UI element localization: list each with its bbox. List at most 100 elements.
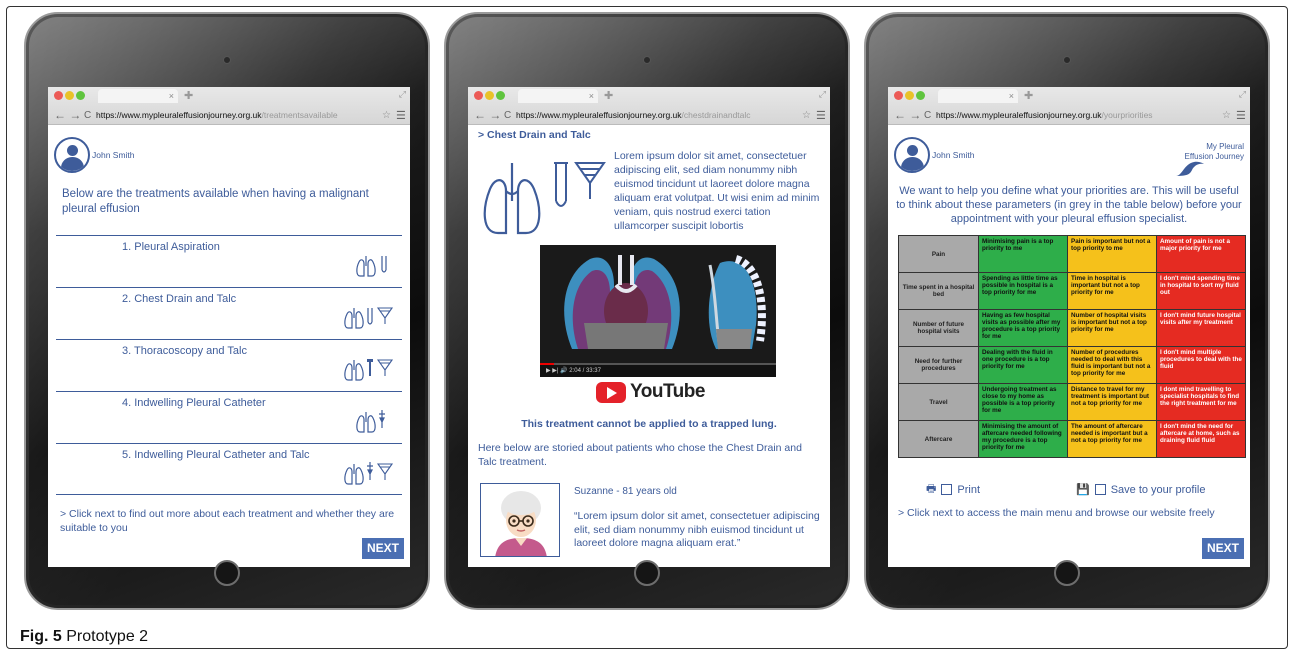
treatment-item[interactable]: 4. Indwelling Pleural Catheter — [56, 391, 402, 443]
browser-tab[interactable]: × — [938, 89, 1018, 103]
top-priority-cell[interactable]: Minimising pain is a top priority to me — [978, 235, 1068, 273]
fullscreen-icon[interactable]: ⤢ — [399, 89, 406, 100]
maximize-window-icon[interactable] — [76, 91, 85, 100]
url-base: https://www.mypleuraleffusionjourney.org… — [96, 110, 262, 120]
save-checkbox[interactable] — [1094, 484, 1106, 495]
brand-logo: My Pleural Effusion Journey — [1184, 142, 1244, 161]
home-button[interactable] — [1054, 560, 1080, 586]
url-base: https://www.mypleuraleffusionjourney.org… — [516, 110, 682, 120]
maximize-window-icon[interactable] — [916, 91, 925, 100]
low-priority-cell[interactable]: I don't mind the need for aftercare at h… — [1156, 420, 1246, 458]
low-priority-cell[interactable]: I don't mind spending time in hospital t… — [1156, 272, 1246, 310]
close-window-icon[interactable] — [54, 91, 63, 100]
fullscreen-icon[interactable]: ⤢ — [1239, 89, 1246, 100]
next-instructions: > Click next to find out more about each… — [60, 508, 395, 534]
user-avatar-icon[interactable] — [894, 137, 930, 173]
medium-priority-cell[interactable]: The amount of aftercare needed is import… — [1067, 420, 1157, 458]
user-name: John Smith — [92, 150, 135, 160]
top-priority-cell[interactable]: Dealing with the fluid in one procedure … — [978, 346, 1068, 384]
window-controls[interactable] — [54, 91, 85, 100]
reload-icon[interactable]: C — [924, 110, 936, 121]
home-button[interactable] — [214, 560, 240, 586]
treatment-item[interactable]: 3. Thoracoscopy and Talc — [56, 339, 402, 391]
top-priority-cell[interactable]: Having as few hospital visits as possibl… — [978, 309, 1068, 347]
address-bar[interactable]: https://www.mypleuraleffusionjourney.org… — [936, 110, 1222, 120]
medium-priority-cell[interactable]: Number of hospital visits is important b… — [1067, 309, 1157, 347]
elderly-woman-avatar-icon — [495, 491, 547, 556]
tab-close-icon[interactable]: × — [1009, 91, 1014, 101]
bookmark-star-icon[interactable]: ☆ — [802, 110, 816, 121]
url-base: https://www.mypleuraleffusionjourney.org… — [936, 110, 1102, 120]
browser-menu-icon[interactable]: ☰ — [816, 109, 830, 122]
back-forward-icon[interactable]: ← → — [888, 108, 924, 122]
medium-priority-cell[interactable]: Pain is important but not a top priority… — [1067, 235, 1157, 273]
low-priority-cell[interactable]: I don't mind multiple procedures to deal… — [1156, 346, 1246, 384]
treatment-item[interactable]: 5. Indwelling Pleural Catheter and Talc — [56, 443, 402, 495]
bookmark-star-icon[interactable]: ☆ — [1222, 110, 1236, 121]
parameter-cell: Aftercare — [898, 420, 979, 458]
back-forward-icon[interactable]: ← → — [468, 108, 504, 122]
camera — [223, 56, 231, 64]
window-controls[interactable] — [474, 91, 505, 100]
top-priority-cell[interactable]: Undergoing treatment as close to my home… — [978, 383, 1068, 421]
address-bar[interactable]: https://www.mypleuraleffusionjourney.org… — [516, 110, 802, 120]
table-row: Aftercare Minimising the amount of afterc… — [898, 420, 1246, 458]
bookmark-star-icon[interactable]: ☆ — [382, 110, 396, 121]
browser-tab[interactable]: × — [518, 89, 598, 103]
window-controls[interactable] — [894, 91, 925, 100]
video-player[interactable]: ▶ ▶| 🔊 2:04 / 33:37 — [540, 245, 776, 377]
lungs-scope-talc-icon — [344, 359, 394, 381]
browser-tab[interactable]: × — [98, 89, 178, 103]
next-button[interactable]: NEXT — [362, 538, 404, 559]
minimize-window-icon[interactable] — [485, 91, 494, 100]
low-priority-cell[interactable]: Amount of pain is not a major priority f… — [1156, 235, 1246, 273]
video-time: 2:04 / 33:37 — [569, 368, 601, 374]
save-option[interactable]: 💾 Save to your profile — [1076, 480, 1205, 499]
close-window-icon[interactable] — [894, 91, 903, 100]
address-bar[interactable]: https://www.mypleuraleffusionjourney.org… — [96, 110, 382, 120]
print-checkbox[interactable] — [941, 484, 953, 495]
reload-icon[interactable]: C — [84, 110, 96, 121]
fullscreen-icon[interactable]: ⤢ — [819, 89, 826, 100]
medium-priority-cell[interactable]: Distance to travel for my treatment is i… — [1067, 383, 1157, 421]
print-option[interactable]: 🖶 Print — [926, 480, 1076, 499]
camera — [1063, 56, 1071, 64]
medium-priority-cell[interactable]: Number of procedures needed to deal with… — [1067, 346, 1157, 384]
treatments-intro: Below are the treatments available when … — [62, 188, 369, 215]
caption-text: Prototype 2 — [61, 628, 149, 645]
new-tab-icon[interactable]: ✚ — [184, 89, 193, 102]
video-controls[interactable]: ▶ ▶| 🔊 2:04 / 33:37 — [540, 365, 776, 377]
user-avatar-icon[interactable] — [54, 137, 90, 173]
navigation-bar: ← → C https://www.mypleuraleffusionjourn… — [48, 106, 410, 124]
patient-quote: “Lorem ipsum dolor sit amet, consectetue… — [574, 510, 820, 549]
top-priority-cell[interactable]: Spending as little time as possible in h… — [978, 272, 1068, 310]
reload-icon[interactable]: C — [504, 110, 516, 121]
minimize-window-icon[interactable] — [65, 91, 74, 100]
top-priority-cell[interactable]: Minimising the amount of aftercare neede… — [978, 420, 1068, 458]
next-button[interactable]: NEXT — [1202, 538, 1244, 559]
maximize-window-icon[interactable] — [496, 91, 505, 100]
close-window-icon[interactable] — [474, 91, 483, 100]
home-button[interactable] — [634, 560, 660, 586]
treatment-item[interactable]: 2. Chest Drain and Talc — [56, 287, 402, 339]
tablet-3: × ✚ ⤢ ← → C https://www.mypleuraleffusio… — [864, 12, 1270, 610]
patient-portrait[interactable] — [480, 483, 560, 557]
browser-menu-icon[interactable]: ☰ — [396, 109, 410, 122]
url-path: /chestdrainandtalc — [681, 110, 751, 120]
treatment-label: 2. Chest Drain and Talc — [122, 293, 237, 305]
back-forward-icon[interactable]: ← → — [48, 108, 84, 122]
medium-priority-cell[interactable]: Time in hospital is important but not a … — [1067, 272, 1157, 310]
browser-menu-icon[interactable]: ☰ — [1236, 109, 1250, 122]
new-tab-icon[interactable]: ✚ — [1024, 89, 1033, 102]
minimize-window-icon[interactable] — [905, 91, 914, 100]
new-tab-icon[interactable]: ✚ — [604, 89, 613, 102]
lungs-catheter-talc-icon — [344, 462, 394, 485]
treatment-item[interactable]: 1. Pleural Aspiration — [56, 235, 402, 287]
options-row: 🖶 Print 💾 Save to your profile — [926, 480, 1236, 499]
tablet-2: × ✚ ⤢ ← → C https://www.mypleuraleffusio… — [444, 12, 850, 610]
low-priority-cell[interactable]: I dont mind travelling to specialist hos… — [1156, 383, 1246, 421]
tablet-1: × ✚ ⤢ ← → C https://www.mypleuraleffusio… — [24, 12, 430, 610]
low-priority-cell[interactable]: I don't mind future hospital visits afte… — [1156, 309, 1246, 347]
tab-close-icon[interactable]: × — [169, 91, 174, 101]
tab-close-icon[interactable]: × — [589, 91, 594, 101]
